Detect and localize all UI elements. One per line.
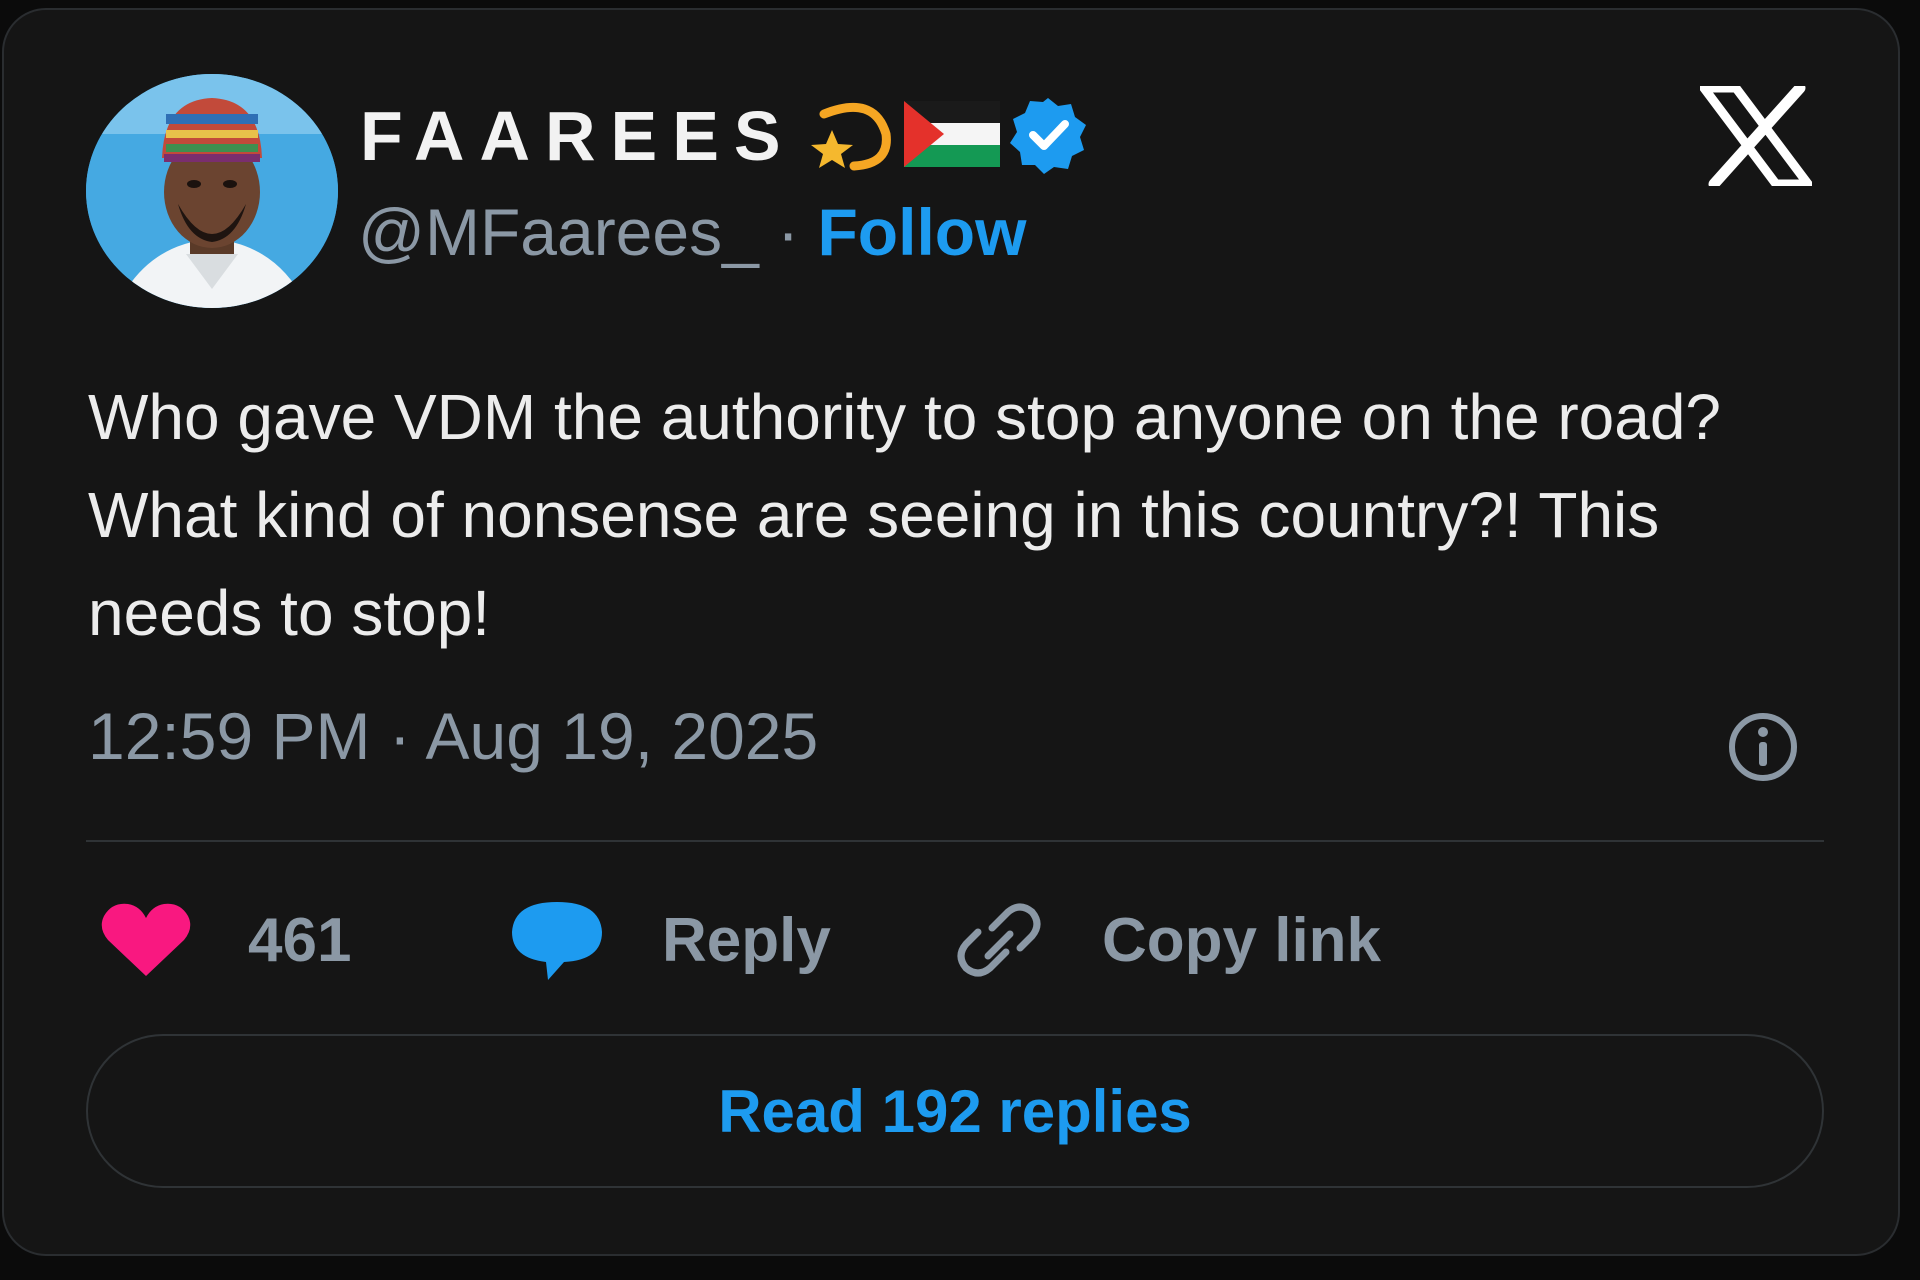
divider xyxy=(86,840,1824,842)
read-replies-label: Read 192 replies xyxy=(718,1077,1192,1145)
author-display-name[interactable]: FAAREES xyxy=(360,96,796,176)
info-icon[interactable] xyxy=(1726,710,1800,784)
reply-label: Reply xyxy=(662,905,831,975)
avatar-photo xyxy=(86,74,338,308)
tweet-timestamp[interactable]: 12:59 PM · Aug 19, 2025 xyxy=(88,698,818,774)
tweet-text: Who gave VDM the authority to stop anyon… xyxy=(88,381,1721,649)
shooting-star-icon xyxy=(804,94,896,179)
speech-bubble-icon xyxy=(512,902,602,980)
like-count: 461 xyxy=(248,905,352,975)
verified-badge-icon xyxy=(1008,94,1088,179)
handle-separator: · xyxy=(777,195,818,269)
avatar[interactable] xyxy=(86,74,338,308)
heart-icon xyxy=(101,903,191,976)
follow-button[interactable]: Follow xyxy=(817,195,1026,269)
link-icon xyxy=(957,903,1041,977)
read-replies-button[interactable]: Read 192 replies xyxy=(86,1034,1824,1188)
tweet-embed-card: FAAREES @MFaarees_ · Follow Who gave VDM… xyxy=(2,8,1900,1256)
like-button[interactable]: 461 xyxy=(98,890,351,990)
author-name-row: FAAREES xyxy=(360,96,1088,176)
copy-link-button[interactable]: Copy link xyxy=(952,890,1381,990)
palestine-flag-icon xyxy=(903,100,1000,172)
reply-button[interactable]: Reply xyxy=(508,890,831,990)
x-logo-icon[interactable] xyxy=(1699,82,1813,190)
author-handle-row: @MFaarees_ · Follow xyxy=(358,194,1026,270)
copy-link-label: Copy link xyxy=(1102,905,1382,975)
author-handle[interactable]: @MFaarees_ xyxy=(358,195,759,269)
